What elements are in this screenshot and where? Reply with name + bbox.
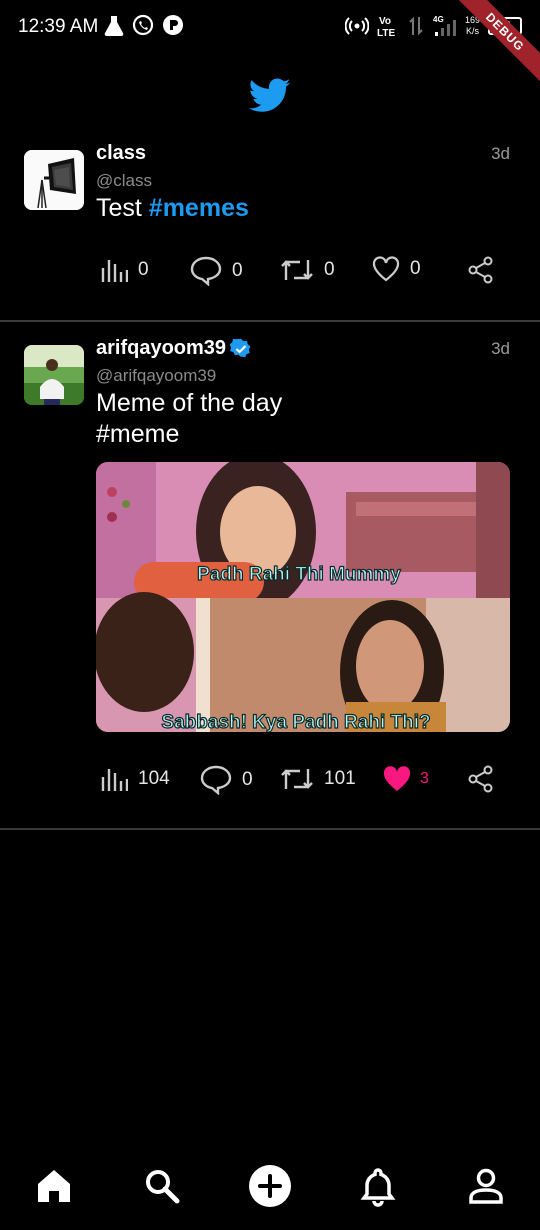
verified-badge-icon [230, 338, 251, 357]
reply-icon [200, 765, 232, 795]
views-count: 104 [138, 768, 170, 789]
tweet-author-name[interactable]: arifqayoom39 [96, 337, 226, 360]
bell-icon [360, 1168, 396, 1207]
tweet-text: Meme of the day #meme [96, 388, 282, 450]
data-arrows-icon [409, 16, 423, 36]
nav-notifications[interactable] [356, 1164, 400, 1208]
tweet-time: 3d [491, 339, 510, 358]
nav-home[interactable] [32, 1164, 76, 1208]
tweet-actions: 104 0 101 3 [100, 765, 500, 795]
share-icon [468, 256, 493, 284]
like-button[interactable]: 0 [372, 256, 421, 282]
reply-button[interactable]: 0 [190, 256, 243, 286]
like-button[interactable]: 3 [382, 765, 429, 793]
profile-photo [24, 345, 84, 405]
home-icon [38, 1170, 70, 1202]
retweet-icon [281, 260, 313, 280]
reply-count: 0 [242, 769, 253, 790]
volte-icon: VoLTE [377, 16, 395, 38]
tweet-text-body: Test [96, 194, 149, 222]
avatar[interactable] [24, 150, 84, 210]
retweet-icon [281, 769, 313, 789]
svg-text:Vo: Vo [379, 16, 391, 27]
tweet-author-handle: @class [96, 171, 152, 190]
hashtag-link[interactable]: #memes [149, 194, 249, 222]
reply-count: 0 [232, 260, 243, 281]
meme-image: Padh Rahi Thi Mummy Sabbash! Kya Padh Ra… [96, 462, 510, 732]
hotspot-icon [344, 17, 369, 35]
meme-caption-top: Padh Rahi Thi Mummy [197, 564, 401, 585]
nav-search[interactable] [140, 1164, 184, 1208]
svg-text:4G: 4G [433, 15, 444, 24]
svg-text:LTE: LTE [377, 28, 395, 38]
retweet-button[interactable]: 101 [280, 765, 356, 793]
views-icon [101, 260, 128, 282]
softbox-light-image [24, 150, 84, 210]
heart-outline-icon [372, 256, 400, 282]
retweet-button[interactable]: 0 [280, 256, 335, 284]
nav-compose[interactable] [248, 1164, 292, 1208]
reply-icon [190, 256, 222, 286]
views-button[interactable]: 104 [100, 765, 170, 793]
like-count: 0 [410, 258, 421, 279]
retweet-count: 101 [324, 768, 356, 789]
profile-icon [469, 1168, 503, 1204]
tweet-time: 3d [491, 144, 510, 163]
hashtag-link[interactable]: #meme [96, 419, 282, 450]
app-badge-icon [163, 15, 183, 35]
views-button[interactable]: 0 [100, 256, 149, 284]
share-button[interactable] [468, 765, 494, 793]
tweet-media-image[interactable]: Padh Rahi Thi Mummy Sabbash! Kya Padh Ra… [96, 462, 510, 732]
like-count: 3 [420, 770, 429, 787]
add-icon [249, 1165, 291, 1207]
bottom-nav [0, 1150, 540, 1230]
reply-button[interactable]: 0 [200, 765, 253, 795]
tweet-text: Test #memes [96, 193, 249, 224]
status-time: 12:39 AM [18, 16, 99, 37]
views-icon [101, 769, 128, 791]
whatsapp-icon [132, 14, 154, 36]
retweet-count: 0 [324, 259, 335, 280]
tweet-author-name[interactable]: class [96, 142, 146, 165]
meme-caption-bottom: Sabbash! Kya Padh Rahi Thi? [161, 712, 430, 732]
tweet-author-handle: @arifqayoom39 [96, 366, 217, 385]
nav-profile[interactable] [464, 1164, 508, 1208]
heart-filled-icon [383, 766, 411, 791]
search-icon [146, 1170, 180, 1204]
tweet-divider [0, 320, 540, 322]
tweet-divider [0, 828, 540, 830]
tweet-actions: 0 0 0 0 [100, 256, 500, 286]
views-count: 0 [138, 259, 149, 280]
share-icon [468, 765, 493, 793]
twitter-logo-icon[interactable] [249, 77, 291, 115]
flask-icon [104, 16, 124, 36]
tweet-text-line: Meme of the day [96, 389, 283, 417]
share-button[interactable] [468, 256, 494, 284]
debug-banner: DEBUG [450, 0, 540, 90]
status-bar: 12:39 AM VoLTE 4G 169 K/s 32 DEBUG [0, 0, 540, 86]
avatar[interactable] [24, 345, 84, 405]
